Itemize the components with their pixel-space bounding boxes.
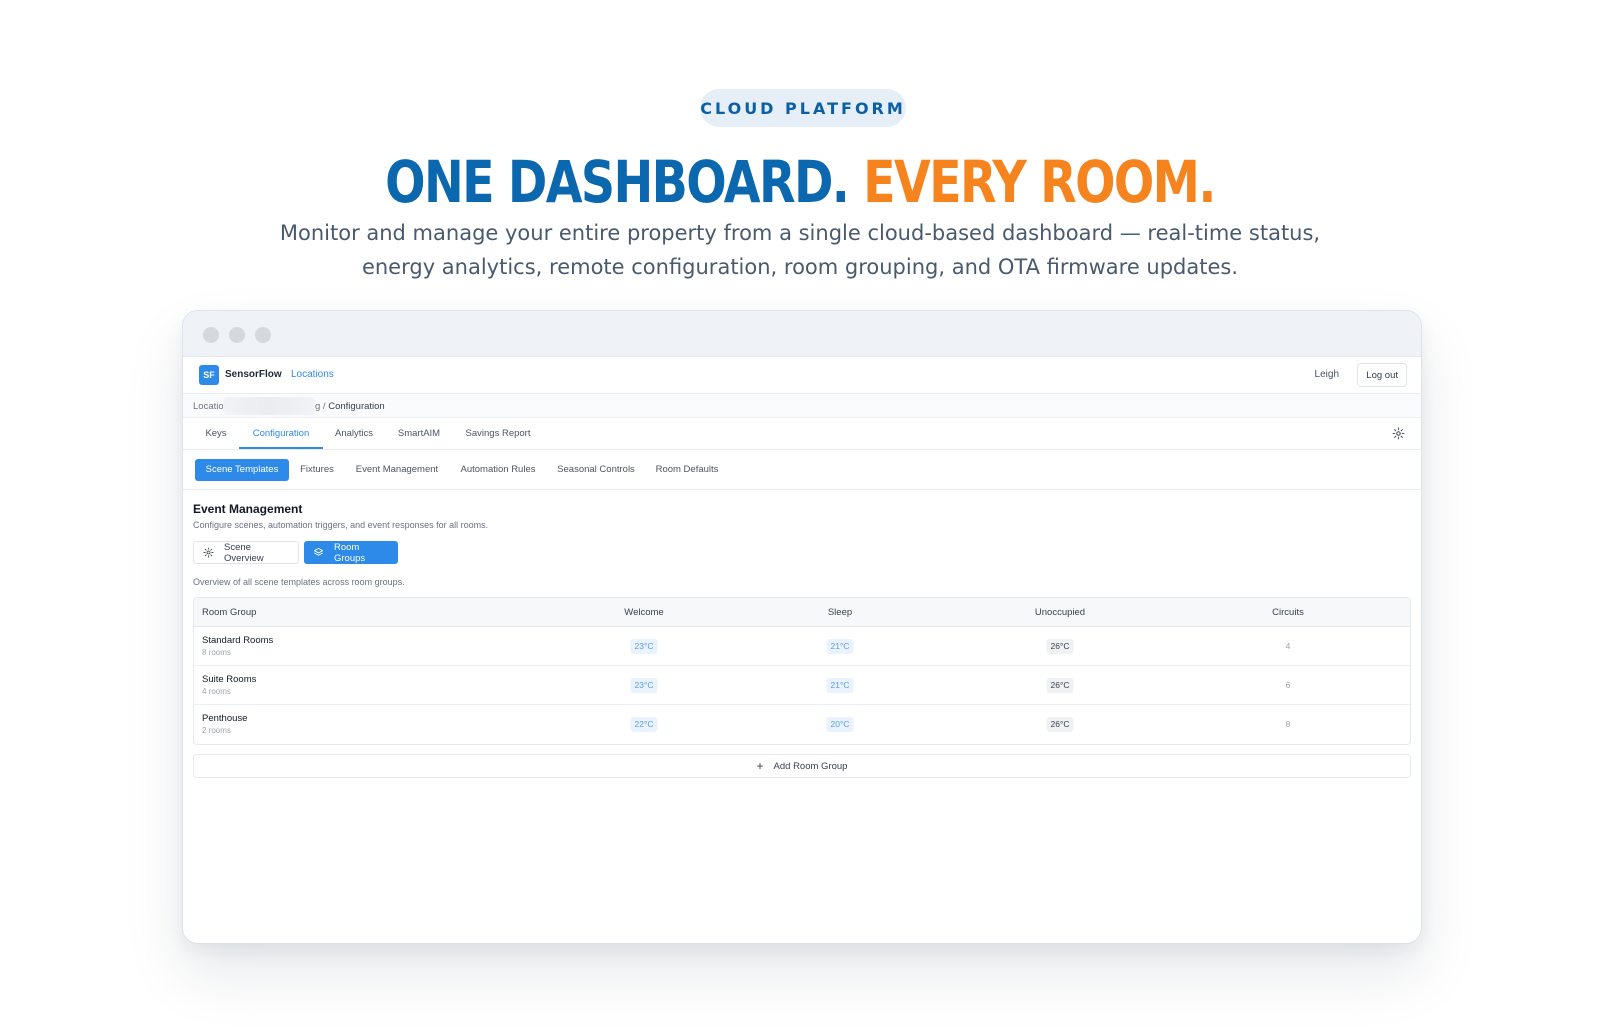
tab-smartaim[interactable]: SmartAIM	[391, 418, 447, 449]
sensorflow-logo[interactable]: SF	[199, 365, 219, 385]
subtab-seasonal-controls[interactable]: Seasonal Controls	[553, 459, 639, 481]
subtab-event-management[interactable]: Event Management	[351, 459, 443, 481]
tab-analytics[interactable]: Analytics	[329, 418, 379, 449]
welcome-temp-badge[interactable]: 23°C	[630, 678, 658, 693]
subtab-room-defaults[interactable]: Room Defaults	[651, 459, 723, 481]
logout-button[interactable]: Log out	[1357, 363, 1407, 387]
unoccupied-temp-badge[interactable]: 26°C	[1046, 639, 1074, 654]
main-tabs: Keys Configuration Analytics SmartAIM Sa…	[183, 418, 1421, 450]
section-description: Configure scenes, automation triggers, a…	[193, 520, 489, 530]
subtab-fixtures[interactable]: Fixtures	[295, 459, 339, 481]
circuits-count: 8	[1285, 719, 1291, 729]
tab-configuration[interactable]: Configuration	[239, 418, 323, 449]
settings-gear-icon[interactable]	[1392, 427, 1405, 440]
app-header: SF SensorFlow Locations Leigh Log out	[183, 357, 1421, 394]
nav-locations-link[interactable]: Locations	[291, 369, 334, 380]
window-minimize-dot[interactable]	[229, 327, 245, 343]
breadcrumb: Locatio g / Configuration	[183, 394, 1421, 418]
window-titlebar	[183, 311, 1421, 357]
subtab-scene-templates[interactable]: Scene Templates	[195, 459, 289, 481]
gear-icon	[203, 547, 214, 558]
user-name[interactable]: Leigh	[1315, 369, 1339, 380]
tab-keys[interactable]: Keys	[197, 418, 235, 449]
breadcrumb-locations[interactable]: Locatio	[193, 401, 224, 412]
add-room-group-label: Add Room Group	[773, 760, 848, 772]
tab-savings-report[interactable]: Savings Report	[461, 418, 535, 449]
circuits-count: 6	[1285, 680, 1291, 690]
unoccupied-temp-badge[interactable]: 26°C	[1046, 717, 1074, 732]
table-header: Room Group Welcome Sleep Unoccupied Circ…	[194, 598, 1410, 627]
welcome-temp-badge[interactable]: 22°C	[630, 717, 658, 732]
room-count: 2 rooms	[202, 726, 231, 735]
welcome-temp-badge[interactable]: 23°C	[630, 639, 658, 654]
sub-tabs: Scene Templates Fixtures Event Managemen…	[183, 450, 1421, 490]
headline: ONE DASHBOARD. EVERY ROOM.	[144, 142, 1456, 222]
header-unoccupied: Unoccupied	[1034, 607, 1086, 618]
breadcrumb-tail: g / Configuration	[315, 401, 385, 412]
header-welcome: Welcome	[624, 607, 664, 618]
plus-icon: +	[756, 759, 764, 773]
circuits-count: 4	[1285, 641, 1291, 651]
scene-overview-button[interactable]: Scene Overview	[193, 541, 299, 564]
header-circuits: Circuits	[1272, 607, 1304, 618]
scene-overview-label: Scene Overview	[224, 541, 264, 564]
unoccupied-temp-badge[interactable]: 26°C	[1046, 678, 1074, 693]
header-sleep: Sleep	[827, 607, 853, 618]
table-row[interactable]: Suite Rooms 4 rooms 23°C 21°C 26°C 6	[194, 666, 1410, 705]
sleep-temp-badge[interactable]: 21°C	[826, 678, 854, 693]
room-count: 4 rooms	[202, 687, 231, 696]
sleep-temp-badge[interactable]: 20°C	[826, 717, 854, 732]
table-row[interactable]: Standard Rooms 8 rooms 23°C 21°C 26°C 4	[194, 627, 1410, 666]
breadcrumb-redacted	[223, 397, 315, 415]
table-description: Overview of all scene templates across r…	[193, 577, 405, 587]
room-groups-button[interactable]: Room Groups	[304, 541, 398, 564]
room-group-name: Suite Rooms	[202, 674, 257, 685]
sleep-temp-badge[interactable]: 21°C	[826, 639, 854, 654]
breadcrumb-separator: g /	[315, 401, 326, 412]
window-close-dot[interactable]	[203, 327, 219, 343]
room-group-name: Penthouse	[202, 713, 248, 724]
room-groups-table: Room Group Welcome Sleep Unoccupied Circ…	[193, 597, 1411, 745]
brand-name[interactable]: SensorFlow	[225, 369, 282, 380]
headline-part-1: ONE DASHBOARD.	[385, 148, 850, 216]
room-groups-label: Room Groups	[334, 541, 366, 564]
table-row[interactable]: Penthouse 2 rooms 22°C 20°C 26°C 8	[194, 705, 1410, 744]
header-room-group: Room Group	[202, 607, 257, 618]
eyebrow-badge: CLOUD PLATFORM	[700, 89, 906, 127]
window-maximize-dot[interactable]	[255, 327, 271, 343]
room-group-name: Standard Rooms	[202, 635, 274, 646]
layers-icon	[313, 547, 324, 556]
headline-part-2: EVERY ROOM.	[863, 148, 1216, 216]
app-window: SF SensorFlow Locations Leigh Log out Lo…	[182, 310, 1422, 944]
subtab-automation-rules[interactable]: Automation Rules	[455, 459, 541, 481]
add-room-group-button[interactable]: + Add Room Group	[193, 754, 1411, 778]
room-count: 8 rooms	[202, 648, 231, 657]
subheadline: Monitor and manage your entire property …	[279, 221, 1321, 279]
section-title: Event Management	[193, 502, 303, 516]
breadcrumb-current: Configuration	[328, 401, 385, 412]
